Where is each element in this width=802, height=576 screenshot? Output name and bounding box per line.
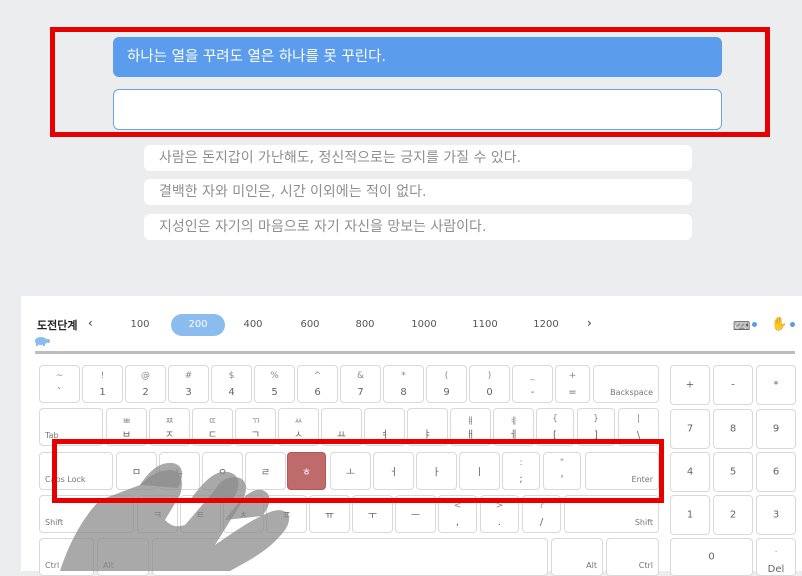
key-3[interactable]: #3 <box>168 365 209 403</box>
hand-icon[interactable]: ✋ <box>771 317 787 332</box>
key-equals[interactable]: + = <box>555 365 590 403</box>
stage-title: 도전단계 <box>37 319 78 332</box>
numpad-6[interactable]: 6 <box>756 452 796 492</box>
turtle-icon <box>35 337 50 346</box>
next-line-3: 지성인은 자기의 마음으로 자기 자신을 망보는 사람이다. <box>144 214 692 240</box>
numpad-0[interactable]: 0 <box>670 538 753 576</box>
numpad-1[interactable]: 1 <box>670 495 710 535</box>
numpad-5[interactable]: 5 <box>713 452 753 492</box>
level-200[interactable]: 200 <box>171 314 225 336</box>
hand-toggle-dot <box>790 322 795 327</box>
key-1[interactable]: ! 1 <box>82 365 123 403</box>
keyboard-toggle-dot <box>752 322 757 327</box>
keyboard-icon[interactable]: ⌨ <box>733 319 750 333</box>
numpad-2[interactable]: 2 <box>713 495 753 535</box>
annotation-box-input <box>50 27 770 137</box>
key-minus[interactable]: _ - <box>512 365 553 403</box>
key-6[interactable]: ^ 6 <box>297 365 338 403</box>
annotation-box-home-row <box>52 439 664 503</box>
key-backspace[interactable]: Backspace <box>593 365 659 403</box>
numpad-del[interactable]: . Del <box>756 538 796 576</box>
key-7[interactable]: & 7 <box>340 365 381 403</box>
next-line-1: 사람은 돈지갑이 가난해도, 정신적으로는 긍지를 가질 수 있다. <box>144 145 692 171</box>
numpad-multiply[interactable]: * <box>756 365 796 405</box>
level-600[interactable]: 600 <box>283 314 337 336</box>
level-100[interactable]: 100 <box>113 314 167 336</box>
level-1100[interactable]: 1100 <box>458 314 512 336</box>
key-ctrl-left[interactable]: Ctrl <box>39 538 94 576</box>
key-alt-left[interactable]: Alt <box>97 538 149 576</box>
level-1200[interactable]: 1200 <box>519 314 573 336</box>
numpad-9[interactable]: 9 <box>756 409 796 449</box>
stage-next-button[interactable]: › <box>587 316 592 330</box>
numpad-7[interactable]: 7 <box>670 409 710 449</box>
key-8[interactable]: * 8 <box>383 365 424 403</box>
stage-prev-button[interactable]: ‹ <box>88 316 93 330</box>
key-space[interactable] <box>152 538 548 576</box>
panel-divider <box>35 351 795 354</box>
numpad-plus[interactable]: + <box>670 365 710 405</box>
level-800[interactable]: 800 <box>338 314 392 336</box>
numpad-3[interactable]: 3 <box>756 495 796 535</box>
key-4[interactable]: $4 <box>211 365 252 403</box>
numpad-minus[interactable]: - <box>713 365 753 405</box>
next-line-2: 결백한 자와 미인은, 시간 이외에는 적이 없다. <box>144 179 692 205</box>
key-2[interactable]: @2 <box>125 365 166 403</box>
numpad-4[interactable]: 4 <box>670 452 710 492</box>
key-0[interactable]: ) 0 <box>469 365 510 403</box>
key-9[interactable]: (9 <box>426 365 467 403</box>
numpad-8[interactable]: 8 <box>713 409 753 449</box>
level-400[interactable]: 400 <box>226 314 280 336</box>
key-backtick[interactable]: ~ ` <box>39 365 80 403</box>
level-1000[interactable]: 1000 <box>397 314 451 336</box>
key-5[interactable]: % 5 <box>254 365 295 403</box>
key-ctrl-right[interactable]: Ctrl <box>606 538 659 576</box>
key-alt-right[interactable]: Alt <box>551 538 603 576</box>
